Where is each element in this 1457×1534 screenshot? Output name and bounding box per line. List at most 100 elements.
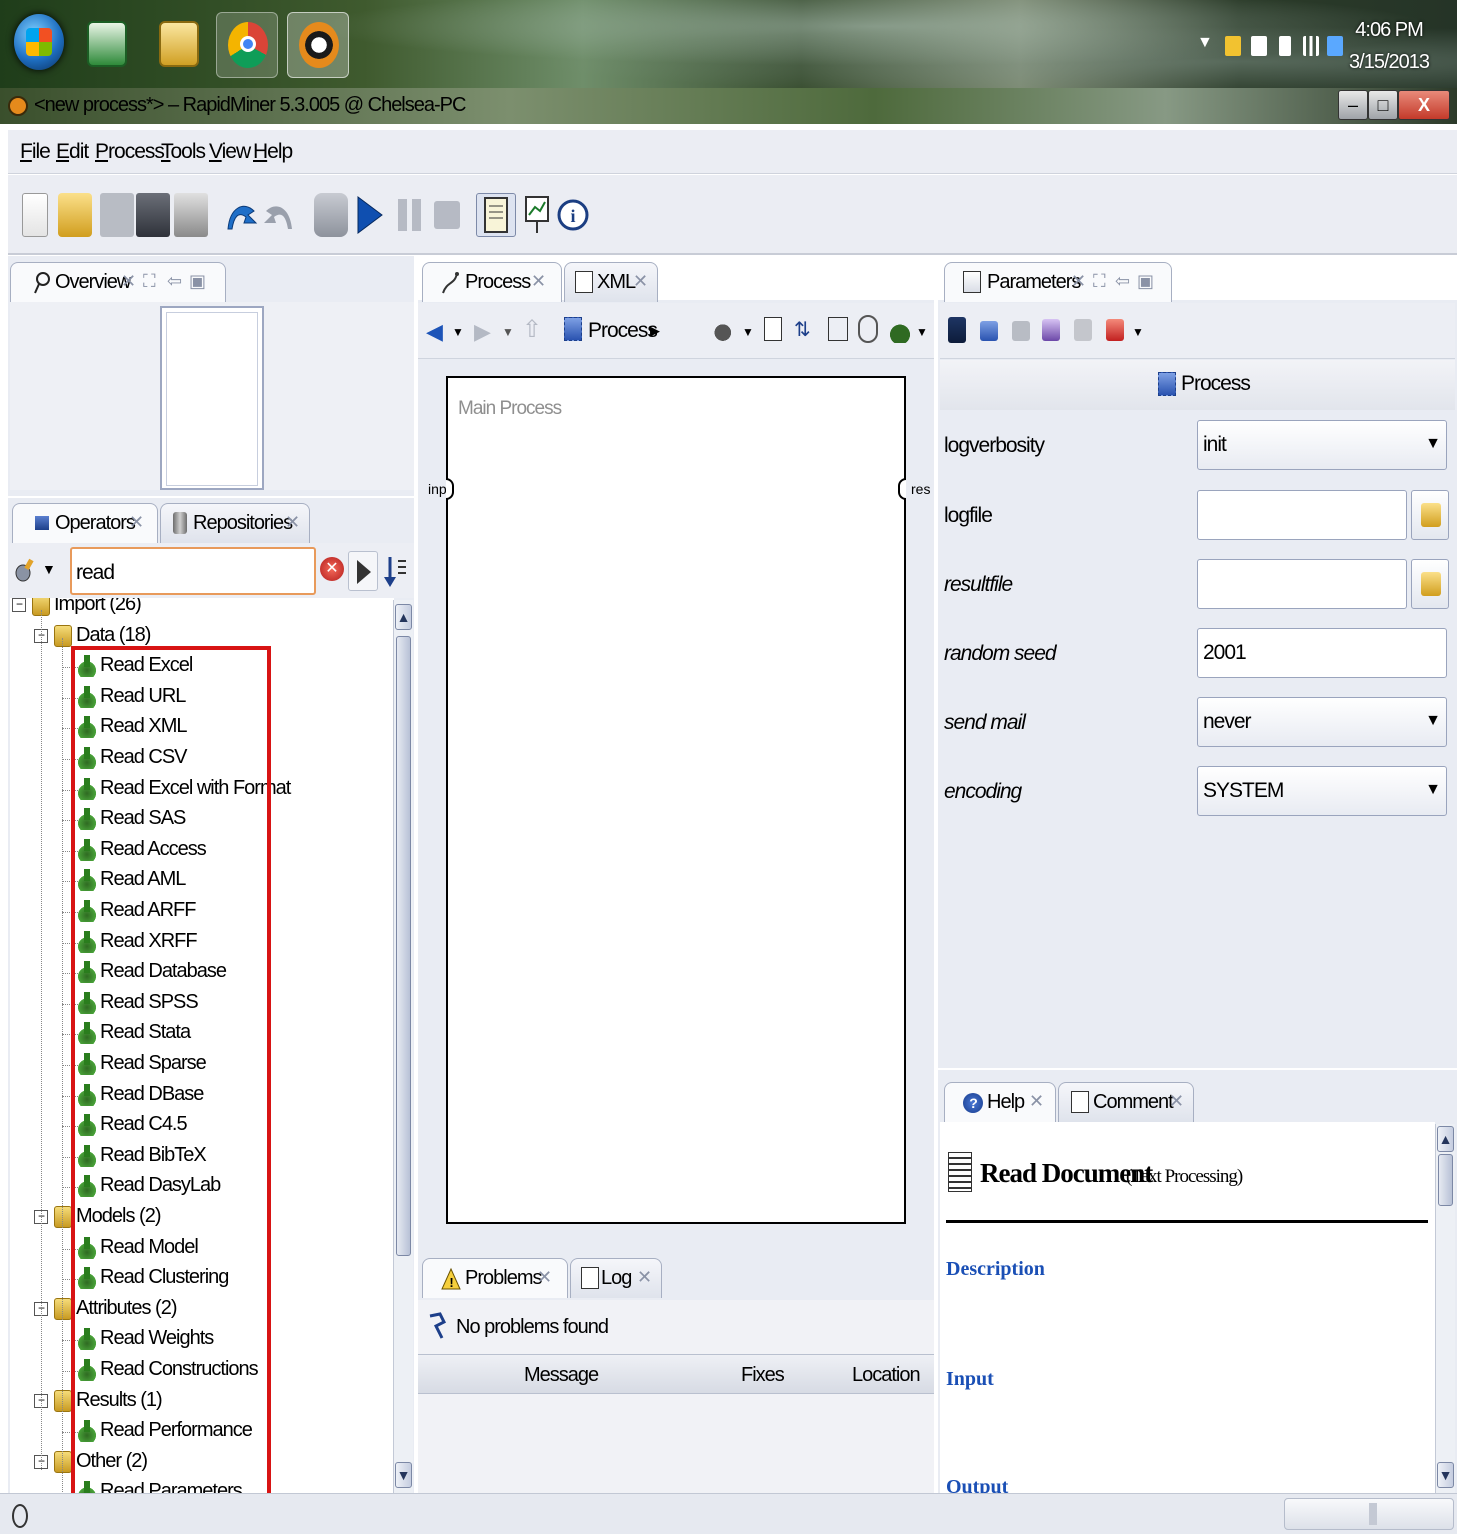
show-hidden-icons-icon[interactable]: ▼: [1197, 34, 1213, 52]
add-operator-dropdown-icon[interactable]: ▼: [916, 325, 928, 339]
scroll-up-icon[interactable]: ▲: [1437, 1126, 1454, 1152]
scroll-up-icon[interactable]: ▲: [395, 604, 412, 630]
expand-all-icon[interactable]: [348, 551, 378, 591]
process-breadcrumb[interactable]: Process: [588, 319, 658, 343]
notification-flag-icon[interactable]: [1225, 36, 1241, 56]
tab-repositories[interactable]: Repositories ✕: [160, 503, 310, 543]
rapidminer-app-icon[interactable]: [8, 96, 28, 116]
close-tab-icon[interactable]: ✕: [1029, 1091, 1044, 1112]
help-scrollbar[interactable]: ▲ ▼: [1435, 1124, 1455, 1493]
stop-icon[interactable]: [430, 193, 464, 237]
open-process-icon[interactable]: [58, 193, 92, 237]
pause-icon[interactable]: [394, 193, 428, 237]
close-tab-icon[interactable]: ✕: [285, 512, 300, 533]
collapse-toggle-icon[interactable]: −: [12, 598, 26, 612]
filter-dropdown-arrow-icon[interactable]: ▼: [42, 561, 56, 577]
rename-operator-icon[interactable]: [1042, 319, 1060, 341]
param-encoding-select[interactable]: SYSTEM ▼: [1197, 766, 1447, 816]
redo-icon[interactable]: [262, 193, 296, 237]
menu-file[interactable]: File: [20, 140, 51, 164]
overview-area[interactable]: [10, 302, 414, 490]
back-dropdown-icon[interactable]: ▼: [452, 325, 464, 339]
undo-icon[interactable]: [224, 193, 258, 237]
menu-edit[interactable]: Edit: [56, 140, 89, 164]
restore-tab-icon[interactable]: ▣: [189, 271, 206, 292]
scroll-thumb[interactable]: [396, 636, 411, 1256]
expert-mode-icon[interactable]: [476, 193, 516, 237]
operator-tree[interactable]: − Import (26) − Data (18) Read Excel Read URL…: [10, 598, 394, 1493]
parameters-dropdown-icon[interactable]: ▼: [1132, 325, 1144, 339]
signal-icon[interactable]: [1303, 36, 1319, 56]
scroll-down-icon[interactable]: ▼: [395, 1462, 412, 1488]
clear-search-icon[interactable]: ✕: [320, 557, 344, 581]
resultfile-browse-button[interactable]: [1411, 559, 1449, 609]
taskbar-chrome-button[interactable]: [216, 12, 278, 78]
menu-tools[interactable]: Tools: [161, 140, 206, 164]
menu-process[interactable]: Process: [95, 140, 165, 164]
param-send-mail-select[interactable]: never ▼: [1197, 697, 1447, 747]
auto-wire-dropdown-icon[interactable]: ▼: [742, 325, 754, 339]
maximize-button[interactable]: □: [1368, 90, 1398, 120]
process-canvas[interactable]: Main Process: [446, 376, 906, 1224]
scroll-down-icon[interactable]: ▼: [1437, 1462, 1454, 1488]
back-arrow-icon[interactable]: ◀: [426, 319, 443, 345]
sort-icon[interactable]: [382, 551, 408, 591]
remove-breakpoint-icon[interactable]: [1012, 321, 1030, 341]
column-message[interactable]: Message: [524, 1364, 599, 1387]
fit-to-view-icon[interactable]: [828, 317, 848, 341]
detach-tab-icon[interactable]: ⇦: [1115, 271, 1130, 292]
about-info-icon[interactable]: i: [556, 193, 590, 237]
column-fixes[interactable]: Fixes: [741, 1364, 785, 1387]
add-breakpoint-icon[interactable]: [980, 321, 998, 341]
volume-icon[interactable]: [1251, 36, 1267, 56]
arrange-operators-icon[interactable]: [764, 317, 782, 341]
maximize-tab-icon[interactable]: ⛶: [143, 271, 156, 292]
clock[interactable]: 4:06 PM 3/15/2013: [1349, 14, 1430, 78]
print-icon[interactable]: [174, 193, 208, 237]
close-tab-icon[interactable]: ✕: [637, 1267, 652, 1288]
tab-parameters[interactable]: Parameters ✕ ⛶ ⇦ ▣: [944, 262, 1172, 302]
overview-viewport[interactable]: [160, 306, 264, 490]
auto-wire-icon[interactable]: [714, 317, 736, 343]
filter-tool-icon[interactable]: [14, 557, 36, 583]
param-random-seed-input[interactable]: 2001: [1197, 628, 1447, 678]
taskbar-rapidminer-button[interactable]: [287, 12, 349, 78]
tab-operators[interactable]: Operators ✕: [12, 503, 158, 543]
menu-view[interactable]: View: [209, 140, 251, 164]
quick-fix-icon[interactable]: [426, 1312, 448, 1340]
run-process-icon[interactable]: [352, 193, 386, 237]
maximize-tab-icon[interactable]: ⛶: [1093, 271, 1106, 292]
minimize-button[interactable]: –: [1338, 90, 1368, 120]
design-perspective-icon[interactable]: [520, 193, 554, 237]
link-icon[interactable]: [858, 315, 878, 343]
close-tab-icon[interactable]: ✕: [129, 512, 144, 533]
close-tab-icon[interactable]: ✕: [633, 271, 648, 292]
forward-dropdown-icon[interactable]: ▼: [502, 325, 514, 339]
operator-search-input[interactable]: read: [70, 547, 316, 595]
detach-tab-icon[interactable]: ⇦: [167, 271, 182, 292]
restore-tab-icon[interactable]: ▣: [1137, 271, 1154, 292]
save-as-icon[interactable]: [136, 193, 170, 237]
logfile-browse-button[interactable]: [1411, 490, 1449, 540]
windows-start-button[interactable]: [14, 14, 64, 70]
tab-xml[interactable]: XML ✕: [564, 262, 658, 302]
connect-ports-icon[interactable]: ⇅: [794, 317, 816, 343]
column-location[interactable]: Location: [852, 1364, 921, 1387]
tab-comment[interactable]: Comment ✕: [1058, 1082, 1194, 1122]
toggle-operator-icon[interactable]: [1106, 319, 1124, 341]
forward-arrow-icon[interactable]: ▶: [474, 319, 491, 345]
tab-process[interactable]: Process ✕: [422, 262, 562, 302]
param-logverbosity-select[interactable]: init ▼: [1197, 420, 1447, 470]
tab-problems[interactable]: ! Problems ✕: [422, 1258, 568, 1298]
close-tab-icon[interactable]: ✕: [1071, 271, 1086, 292]
close-tab-icon[interactable]: ✕: [531, 271, 546, 292]
close-tab-icon[interactable]: ✕: [121, 271, 136, 292]
tab-overview[interactable]: Overview ✕ ⛶ ⇦ ▣: [10, 262, 226, 302]
add-operator-icon[interactable]: [890, 315, 910, 343]
parent-level-icon[interactable]: ⇧: [522, 315, 542, 344]
new-process-icon[interactable]: [22, 193, 48, 237]
operator-tree-scrollbar[interactable]: ▲ ▼: [393, 600, 413, 1493]
memory-monitor[interactable]: [1284, 1498, 1454, 1530]
result-port[interactable]: [898, 478, 906, 500]
tab-help[interactable]: ? Help ✕: [944, 1082, 1056, 1122]
